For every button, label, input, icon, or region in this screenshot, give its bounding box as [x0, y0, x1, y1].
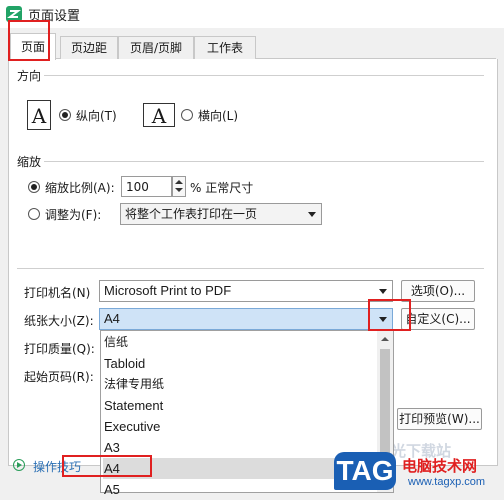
fit-label[interactable]: 调整为(F):	[45, 206, 101, 223]
scaling-divider	[44, 161, 484, 162]
orientation-section-label: 方向	[17, 69, 42, 83]
printer-divider	[17, 268, 484, 269]
watermark-site-name: 电脑技术网	[402, 457, 478, 475]
highlight-a4-option	[62, 455, 152, 477]
tag-logo: TAG	[334, 452, 396, 490]
watermark-site-url: www.tagxp.com	[408, 476, 486, 488]
landscape-label[interactable]: 横向(L)	[198, 107, 238, 124]
scale-input[interactable]: 100	[121, 176, 172, 197]
paper-option[interactable]: 信纸	[103, 332, 374, 353]
fit-select[interactable]: 将整个工作表打印在一页	[120, 203, 322, 225]
tab-margins[interactable]: 页边距	[60, 36, 118, 59]
scale-suffix: % 正常尺寸	[190, 181, 254, 195]
chevron-down-icon[interactable]	[308, 212, 316, 217]
printer-select-value: Microsoft Print to PDF	[104, 283, 232, 298]
paper-size-select-value: A4	[104, 311, 120, 326]
paper-option[interactable]: Statement	[103, 395, 374, 416]
play-icon[interactable]	[13, 459, 25, 471]
printer-label: 打印机名(N)	[24, 286, 91, 300]
spin-up-icon[interactable]	[175, 180, 183, 184]
paper-size-select[interactable]: A4	[99, 308, 393, 330]
orientation-divider	[44, 75, 484, 76]
paper-option[interactable]: Tabloid	[103, 353, 374, 374]
spin-down-icon[interactable]	[175, 188, 183, 192]
portrait-radio[interactable]	[59, 109, 71, 121]
tab-header-footer[interactable]: 页眉/页脚	[118, 36, 194, 59]
portrait-icon: A	[27, 100, 51, 130]
print-quality-label: 打印质量(Q):	[24, 342, 95, 356]
scale-radio[interactable]	[28, 181, 40, 193]
fit-select-value: 将整个工作表打印在一页	[125, 207, 258, 221]
scrollbar-thumb[interactable]	[380, 349, 390, 469]
scale-label[interactable]: 缩放比例(A):	[45, 179, 115, 196]
printer-select[interactable]: Microsoft Print to PDF	[99, 280, 393, 302]
scaling-section-label: 缩放	[17, 155, 42, 169]
highlight-dropdown-arrow	[368, 299, 411, 331]
print-preview-button[interactable]: 打印预览(W)...	[397, 408, 482, 430]
landscape-icon: A	[143, 103, 175, 128]
portrait-label[interactable]: 纵向(T)	[76, 107, 117, 124]
paper-option[interactable]: 法律专用纸	[103, 374, 374, 395]
first-page-label: 起始页码(R):	[24, 370, 94, 384]
printer-options-button[interactable]: 选项(O)...	[401, 280, 475, 302]
tab-sheet[interactable]: 工作表	[194, 36, 256, 59]
paper-option[interactable]: Executive	[103, 416, 374, 437]
scale-spinner[interactable]	[172, 176, 186, 197]
custom-paper-button[interactable]: 自定义(C)...	[401, 308, 475, 330]
fit-radio[interactable]	[28, 208, 40, 220]
scroll-up-icon[interactable]	[381, 337, 389, 341]
chevron-down-icon[interactable]	[379, 289, 387, 294]
paper-size-label: 纸张大小(Z):	[24, 314, 94, 328]
highlight-tab-page	[8, 20, 50, 61]
landscape-radio[interactable]	[181, 109, 193, 121]
